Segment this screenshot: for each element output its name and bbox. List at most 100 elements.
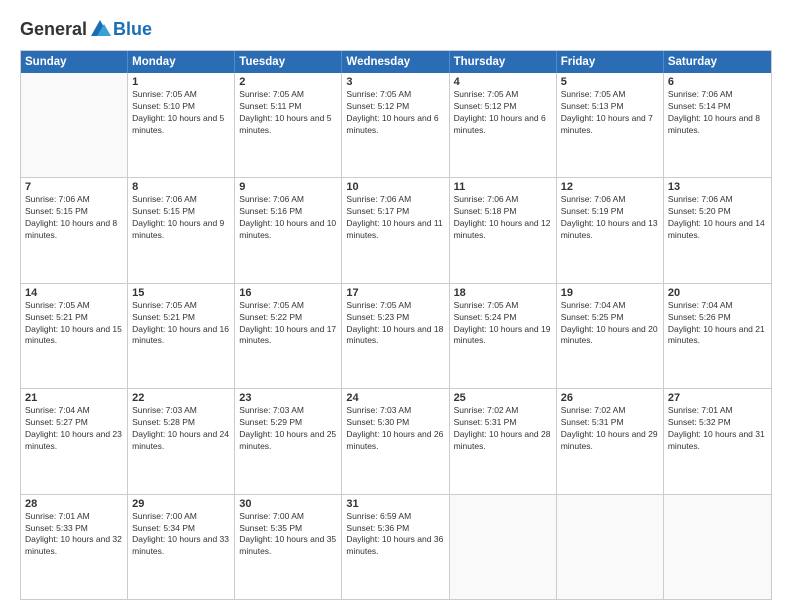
day-number: 19 xyxy=(561,287,659,299)
day-number: 3 xyxy=(346,76,444,88)
day-info: Sunrise: 7:06 AMSunset: 5:20 PMDaylight:… xyxy=(668,194,767,242)
day-info: Sunrise: 7:06 AMSunset: 5:18 PMDaylight:… xyxy=(454,194,552,242)
day-number: 28 xyxy=(25,498,123,510)
page: General Blue SundayMondayTuesdayWednesda… xyxy=(0,0,792,612)
calendar-header-monday: Monday xyxy=(128,51,235,73)
calendar-empty-cell xyxy=(21,73,128,177)
day-info: Sunrise: 7:05 AMSunset: 5:10 PMDaylight:… xyxy=(132,89,230,137)
day-number: 14 xyxy=(25,287,123,299)
calendar-day-7: 7Sunrise: 7:06 AMSunset: 5:15 PMDaylight… xyxy=(21,178,128,282)
calendar-header-thursday: Thursday xyxy=(450,51,557,73)
calendar-header-wednesday: Wednesday xyxy=(342,51,449,73)
day-info: Sunrise: 7:03 AMSunset: 5:30 PMDaylight:… xyxy=(346,405,444,453)
day-number: 10 xyxy=(346,181,444,193)
calendar-day-19: 19Sunrise: 7:04 AMSunset: 5:25 PMDayligh… xyxy=(557,284,664,388)
day-info: Sunrise: 7:00 AMSunset: 5:34 PMDaylight:… xyxy=(132,511,230,559)
day-info: Sunrise: 7:06 AMSunset: 5:15 PMDaylight:… xyxy=(132,194,230,242)
day-number: 11 xyxy=(454,181,552,193)
calendar-day-30: 30Sunrise: 7:00 AMSunset: 5:35 PMDayligh… xyxy=(235,495,342,599)
day-info: Sunrise: 7:04 AMSunset: 5:27 PMDaylight:… xyxy=(25,405,123,453)
day-number: 23 xyxy=(239,392,337,404)
day-info: Sunrise: 7:05 AMSunset: 5:23 PMDaylight:… xyxy=(346,300,444,348)
calendar-day-9: 9Sunrise: 7:06 AMSunset: 5:16 PMDaylight… xyxy=(235,178,342,282)
calendar-day-28: 28Sunrise: 7:01 AMSunset: 5:33 PMDayligh… xyxy=(21,495,128,599)
calendar-header-row: SundayMondayTuesdayWednesdayThursdayFrid… xyxy=(21,51,771,73)
calendar-day-10: 10Sunrise: 7:06 AMSunset: 5:17 PMDayligh… xyxy=(342,178,449,282)
calendar-week-3: 14Sunrise: 7:05 AMSunset: 5:21 PMDayligh… xyxy=(21,284,771,389)
calendar-header-saturday: Saturday xyxy=(664,51,771,73)
day-number: 24 xyxy=(346,392,444,404)
day-info: Sunrise: 7:05 AMSunset: 5:21 PMDaylight:… xyxy=(132,300,230,348)
day-number: 6 xyxy=(668,76,767,88)
calendar-day-2: 2Sunrise: 7:05 AMSunset: 5:11 PMDaylight… xyxy=(235,73,342,177)
calendar-day-29: 29Sunrise: 7:00 AMSunset: 5:34 PMDayligh… xyxy=(128,495,235,599)
calendar-week-1: 1Sunrise: 7:05 AMSunset: 5:10 PMDaylight… xyxy=(21,73,771,178)
calendar-header-friday: Friday xyxy=(557,51,664,73)
calendar-day-11: 11Sunrise: 7:06 AMSunset: 5:18 PMDayligh… xyxy=(450,178,557,282)
day-info: Sunrise: 7:05 AMSunset: 5:21 PMDaylight:… xyxy=(25,300,123,348)
calendar-body: 1Sunrise: 7:05 AMSunset: 5:10 PMDaylight… xyxy=(21,73,771,599)
day-info: Sunrise: 7:04 AMSunset: 5:26 PMDaylight:… xyxy=(668,300,767,348)
calendar-day-31: 31Sunrise: 6:59 AMSunset: 5:36 PMDayligh… xyxy=(342,495,449,599)
day-info: Sunrise: 7:04 AMSunset: 5:25 PMDaylight:… xyxy=(561,300,659,348)
day-number: 18 xyxy=(454,287,552,299)
day-info: Sunrise: 7:06 AMSunset: 5:19 PMDaylight:… xyxy=(561,194,659,242)
calendar-day-16: 16Sunrise: 7:05 AMSunset: 5:22 PMDayligh… xyxy=(235,284,342,388)
day-number: 17 xyxy=(346,287,444,299)
day-number: 30 xyxy=(239,498,337,510)
day-number: 26 xyxy=(561,392,659,404)
calendar-day-1: 1Sunrise: 7:05 AMSunset: 5:10 PMDaylight… xyxy=(128,73,235,177)
calendar-week-5: 28Sunrise: 7:01 AMSunset: 5:33 PMDayligh… xyxy=(21,495,771,599)
day-number: 4 xyxy=(454,76,552,88)
day-info: Sunrise: 7:06 AMSunset: 5:16 PMDaylight:… xyxy=(239,194,337,242)
day-info: Sunrise: 7:02 AMSunset: 5:31 PMDaylight:… xyxy=(561,405,659,453)
calendar-empty-cell xyxy=(664,495,771,599)
calendar-week-4: 21Sunrise: 7:04 AMSunset: 5:27 PMDayligh… xyxy=(21,389,771,494)
logo-blue-text: Blue xyxy=(113,19,152,40)
calendar-day-26: 26Sunrise: 7:02 AMSunset: 5:31 PMDayligh… xyxy=(557,389,664,493)
day-number: 7 xyxy=(25,181,123,193)
calendar-day-6: 6Sunrise: 7:06 AMSunset: 5:14 PMDaylight… xyxy=(664,73,771,177)
day-info: Sunrise: 7:06 AMSunset: 5:15 PMDaylight:… xyxy=(25,194,123,242)
logo-general-text: General xyxy=(20,19,87,40)
day-info: Sunrise: 6:59 AMSunset: 5:36 PMDaylight:… xyxy=(346,511,444,559)
calendar-day-4: 4Sunrise: 7:05 AMSunset: 5:12 PMDaylight… xyxy=(450,73,557,177)
calendar-day-3: 3Sunrise: 7:05 AMSunset: 5:12 PMDaylight… xyxy=(342,73,449,177)
calendar-empty-cell xyxy=(557,495,664,599)
day-number: 1 xyxy=(132,76,230,88)
day-info: Sunrise: 7:05 AMSunset: 5:12 PMDaylight:… xyxy=(346,89,444,137)
day-info: Sunrise: 7:00 AMSunset: 5:35 PMDaylight:… xyxy=(239,511,337,559)
calendar-day-22: 22Sunrise: 7:03 AMSunset: 5:28 PMDayligh… xyxy=(128,389,235,493)
calendar-day-23: 23Sunrise: 7:03 AMSunset: 5:29 PMDayligh… xyxy=(235,389,342,493)
day-info: Sunrise: 7:05 AMSunset: 5:12 PMDaylight:… xyxy=(454,89,552,137)
calendar-day-27: 27Sunrise: 7:01 AMSunset: 5:32 PMDayligh… xyxy=(664,389,771,493)
calendar-week-2: 7Sunrise: 7:06 AMSunset: 5:15 PMDaylight… xyxy=(21,178,771,283)
day-info: Sunrise: 7:02 AMSunset: 5:31 PMDaylight:… xyxy=(454,405,552,453)
day-info: Sunrise: 7:05 AMSunset: 5:11 PMDaylight:… xyxy=(239,89,337,137)
day-info: Sunrise: 7:01 AMSunset: 5:32 PMDaylight:… xyxy=(668,405,767,453)
calendar-day-15: 15Sunrise: 7:05 AMSunset: 5:21 PMDayligh… xyxy=(128,284,235,388)
day-info: Sunrise: 7:05 AMSunset: 5:22 PMDaylight:… xyxy=(239,300,337,348)
day-info: Sunrise: 7:06 AMSunset: 5:14 PMDaylight:… xyxy=(668,89,767,137)
day-number: 12 xyxy=(561,181,659,193)
calendar-header-tuesday: Tuesday xyxy=(235,51,342,73)
day-info: Sunrise: 7:05 AMSunset: 5:13 PMDaylight:… xyxy=(561,89,659,137)
calendar-day-13: 13Sunrise: 7:06 AMSunset: 5:20 PMDayligh… xyxy=(664,178,771,282)
day-number: 21 xyxy=(25,392,123,404)
day-number: 5 xyxy=(561,76,659,88)
calendar-day-17: 17Sunrise: 7:05 AMSunset: 5:23 PMDayligh… xyxy=(342,284,449,388)
day-info: Sunrise: 7:01 AMSunset: 5:33 PMDaylight:… xyxy=(25,511,123,559)
day-info: Sunrise: 7:03 AMSunset: 5:29 PMDaylight:… xyxy=(239,405,337,453)
calendar-day-14: 14Sunrise: 7:05 AMSunset: 5:21 PMDayligh… xyxy=(21,284,128,388)
day-number: 9 xyxy=(239,181,337,193)
day-number: 25 xyxy=(454,392,552,404)
day-info: Sunrise: 7:05 AMSunset: 5:24 PMDaylight:… xyxy=(454,300,552,348)
calendar-day-18: 18Sunrise: 7:05 AMSunset: 5:24 PMDayligh… xyxy=(450,284,557,388)
day-number: 22 xyxy=(132,392,230,404)
day-number: 15 xyxy=(132,287,230,299)
header: General Blue xyxy=(20,18,772,40)
day-number: 29 xyxy=(132,498,230,510)
calendar-day-25: 25Sunrise: 7:02 AMSunset: 5:31 PMDayligh… xyxy=(450,389,557,493)
logo: General Blue xyxy=(20,18,152,40)
calendar-day-20: 20Sunrise: 7:04 AMSunset: 5:26 PMDayligh… xyxy=(664,284,771,388)
